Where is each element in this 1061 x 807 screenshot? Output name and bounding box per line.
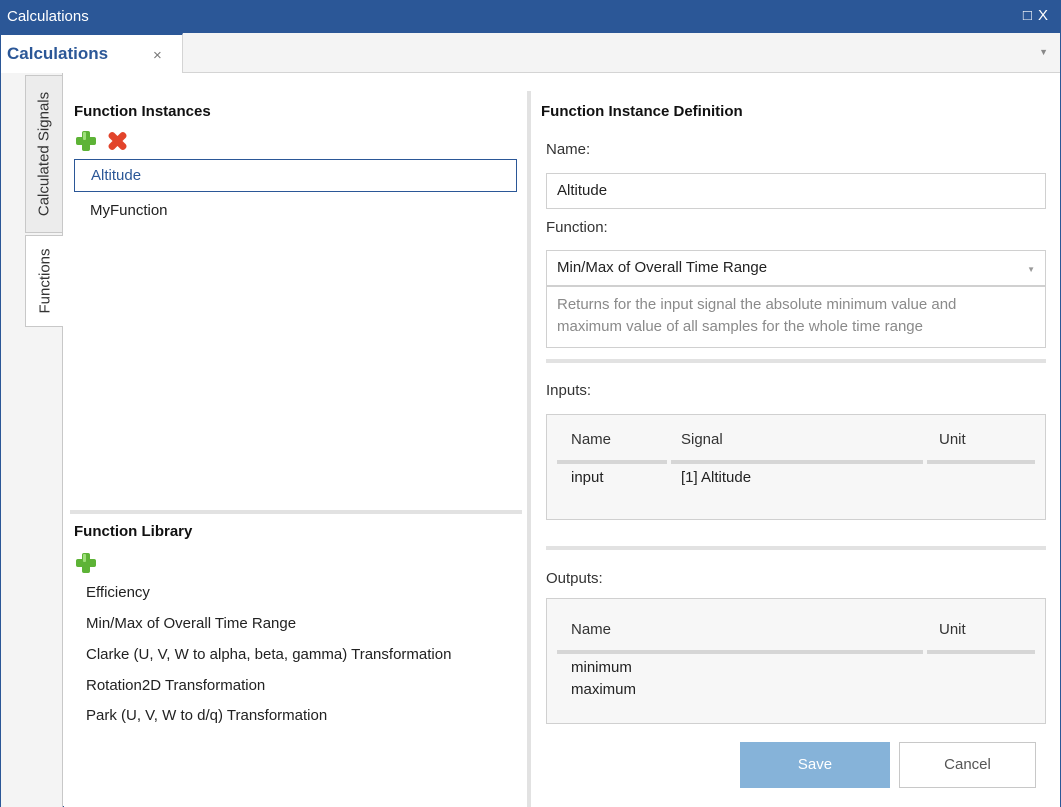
name-input[interactable]: Altitude — [546, 173, 1046, 209]
outputs-header-unit[interactable]: Unit — [939, 621, 966, 638]
library-item[interactable]: Rotation2D Transformation — [86, 677, 265, 694]
library-item[interactable]: Clarke (U, V, W to alpha, beta, gamma) T… — [86, 646, 451, 663]
add-instance-button[interactable] — [76, 131, 98, 153]
column-separator — [671, 460, 923, 464]
tab-functions[interactable]: Functions — [25, 235, 63, 327]
function-library-title: Function Library — [74, 523, 193, 540]
definition-title: Function Instance Definition — [541, 103, 743, 120]
instance-label: MyFunction — [90, 202, 168, 219]
column-separator — [927, 460, 1035, 464]
instance-item-altitude[interactable]: Altitude — [74, 159, 517, 192]
column-separator — [557, 460, 667, 464]
function-select[interactable]: Min/Max of Overall Time Range ▼ — [546, 250, 1046, 286]
tab-functions-label: Functions — [36, 248, 53, 314]
maximize-icon[interactable]: □ — [1023, 7, 1038, 24]
calculations-window: Calculations □X Calculations × ▼ Calcula… — [0, 0, 1061, 807]
side-tab-strip: Calculated Signals Functions — [1, 73, 63, 807]
tab-calculated-signals-label: Calculated Signals — [35, 91, 53, 217]
tab-label: Calculations — [7, 44, 109, 63]
delete-x-icon — [106, 130, 128, 152]
function-instances-title: Function Instances — [74, 103, 211, 120]
library-item[interactable]: Efficiency — [86, 584, 150, 601]
tab-menu-icon[interactable]: ▼ — [1039, 47, 1048, 57]
instance-label: Altitude — [91, 167, 142, 184]
name-label: Name: — [546, 141, 591, 158]
outputs-header-name[interactable]: Name — [571, 621, 611, 638]
window-title: Calculations — [7, 8, 89, 25]
description-line: maximum value of all samples for the who… — [557, 318, 923, 335]
inputs-header-unit[interactable]: Unit — [939, 431, 966, 448]
title-bar: Calculations □X — [1, 1, 1060, 33]
window-controls[interactable]: □X — [1023, 7, 1054, 24]
function-label: Function: — [546, 219, 608, 236]
inputs-label: Inputs: — [546, 382, 592, 399]
tab-calculations[interactable]: Calculations × — [1, 33, 183, 73]
column-separator — [557, 650, 923, 654]
chevron-down-icon: ▼ — [1027, 265, 1035, 274]
library-item[interactable]: Min/Max of Overall Time Range — [86, 615, 296, 632]
function-select-value: Min/Max of Overall Time Range — [557, 259, 768, 276]
input-signal-cell: [1] Altitude — [681, 469, 752, 486]
document-tabstrip: Calculations × ▼ — [1, 33, 1060, 73]
cancel-button[interactable]: Cancel — [899, 742, 1036, 788]
plus-icon — [76, 553, 96, 573]
left-pane: Function Instances Altitude MyFunction F… — [64, 73, 527, 807]
instance-item-myfunction[interactable]: MyFunction — [74, 195, 517, 228]
horizontal-splitter[interactable] — [70, 510, 522, 514]
section-divider — [546, 546, 1046, 550]
plus-icon — [76, 131, 96, 151]
function-description: Returns for the input signal the absolut… — [546, 286, 1046, 348]
outputs-grid: Name Unit minimum maximum — [546, 598, 1046, 724]
description-line: Returns for the input signal the absolut… — [557, 296, 957, 313]
close-window-icon[interactable]: X — [1038, 7, 1054, 24]
save-button[interactable]: Save — [740, 742, 890, 788]
section-divider — [546, 359, 1046, 363]
column-separator — [927, 650, 1035, 654]
input-name-cell: input — [571, 469, 604, 486]
table-row[interactable]: minimum — [571, 659, 632, 676]
definition-pane: Function Instance Definition Name: Altit… — [531, 73, 1060, 807]
library-item[interactable]: Park (U, V, W to d/q) Transformation — [86, 707, 327, 724]
close-tab-icon[interactable]: × — [153, 47, 162, 64]
name-value: Altitude — [557, 182, 608, 199]
inputs-grid: Name Signal Unit input [1] Altitude — [546, 414, 1046, 520]
tab-calculated-signals[interactable]: Calculated Signals — [25, 75, 63, 233]
outputs-label: Outputs: — [546, 570, 603, 587]
inputs-header-name[interactable]: Name — [571, 431, 611, 448]
delete-instance-button[interactable] — [106, 130, 128, 152]
add-library-function-button[interactable] — [76, 553, 98, 575]
inputs-header-signal[interactable]: Signal — [681, 431, 723, 448]
table-row[interactable]: maximum — [571, 681, 636, 698]
